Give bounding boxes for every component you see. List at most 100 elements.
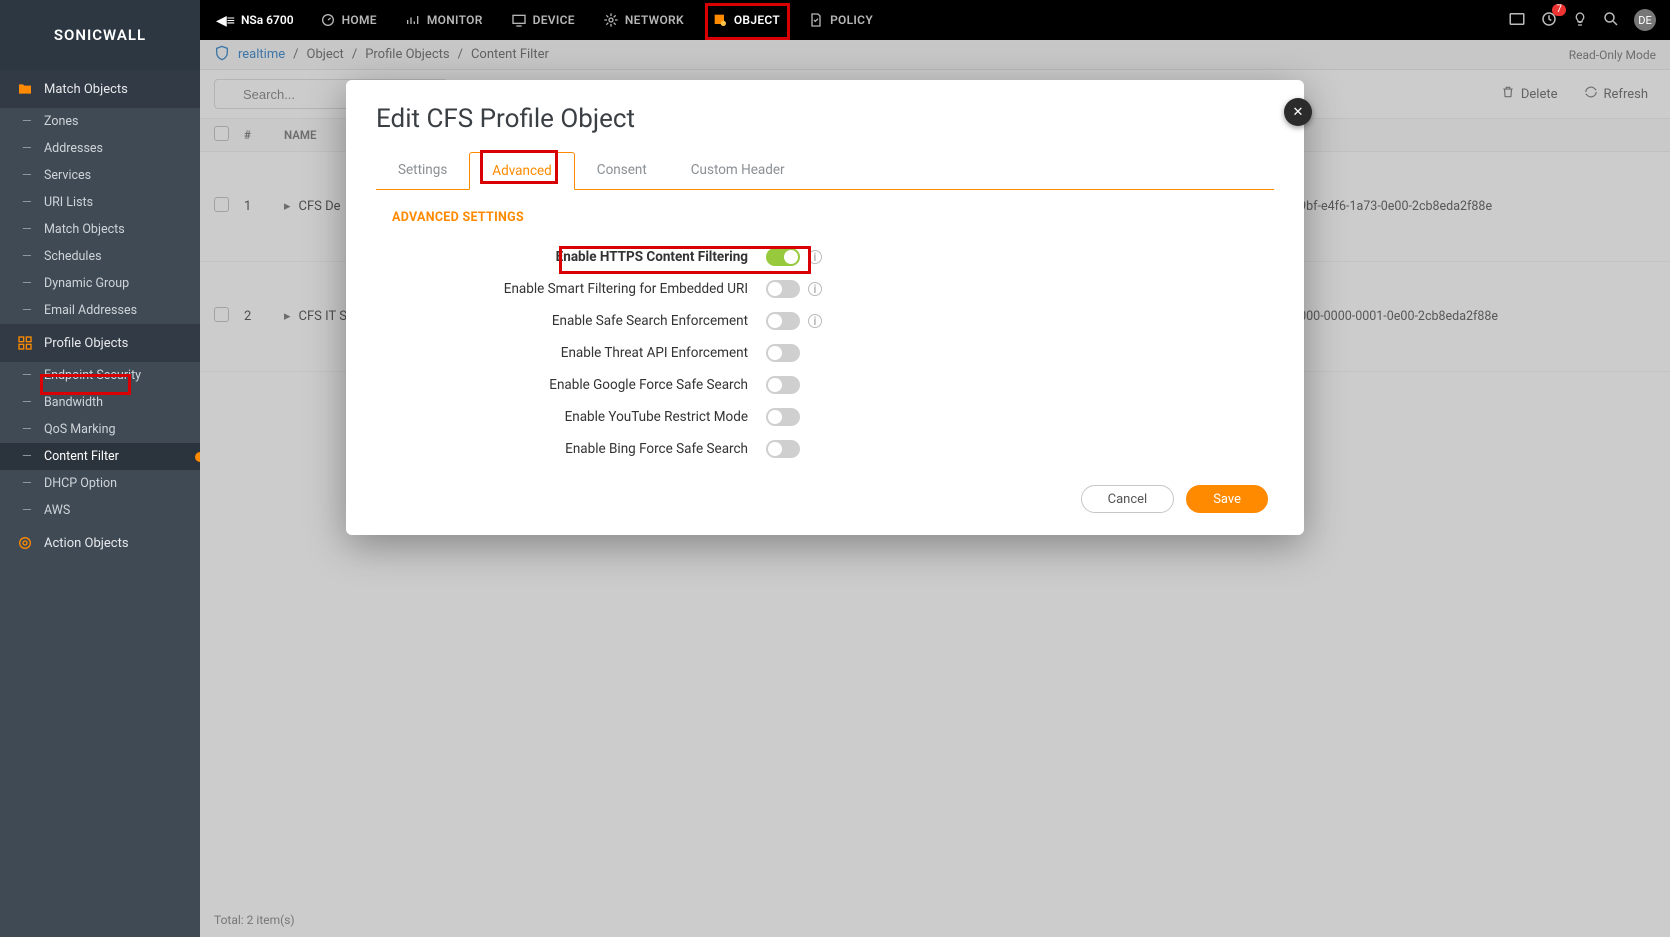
object-icon — [712, 12, 728, 28]
dash-icon: — — [22, 395, 32, 410]
setting-label: Enable YouTube Restrict Mode — [376, 409, 766, 425]
sidebar-item-aws[interactable]: —AWS — [0, 497, 200, 524]
close-icon: ✕ — [1293, 105, 1304, 120]
topnav: ◀≡ NSa 6700 HOMEMONITORDEVICENETWORKOBJE… — [0, 0, 1670, 40]
dash-icon: — — [22, 222, 32, 237]
sidebar-item-schedules[interactable]: —Schedules — [0, 243, 200, 270]
toggle[interactable] — [766, 248, 800, 266]
policy-icon — [808, 12, 824, 28]
sidebar-item-match-objects[interactable]: —Match Objects — [0, 216, 200, 243]
dash-icon: — — [22, 476, 32, 491]
console-icon[interactable] — [1508, 10, 1526, 31]
topnav-right: 7 DE — [1508, 9, 1670, 31]
sidebar-item-qos-marking[interactable]: —QoS Marking — [0, 416, 200, 443]
info-icon[interactable]: i — [808, 282, 822, 296]
info-icon[interactable]: i — [808, 250, 822, 264]
tips-icon[interactable] — [1572, 10, 1588, 31]
brand-text: SONICWALL — [54, 26, 146, 44]
sidebar-section-match-objects[interactable]: Match Objects — [0, 70, 200, 108]
home-icon — [320, 12, 336, 28]
sidebar-section-action-objects[interactable]: Action Objects — [0, 524, 200, 562]
dash-icon: — — [22, 449, 32, 464]
nav-device[interactable]: DEVICE — [497, 0, 589, 40]
collapse-sidebar-icon[interactable]: ◀≡ — [210, 12, 241, 29]
setting-enable-threat-api-enforcement: Enable Threat API Enforcement — [376, 337, 1274, 369]
dash-icon: — — [22, 114, 32, 129]
toggle[interactable] — [766, 376, 800, 394]
modal-edit-cfs-profile: ✕ Edit CFS Profile Object SettingsAdvanc… — [346, 80, 1304, 535]
sidebar-item-uri-lists[interactable]: —URI Lists — [0, 189, 200, 216]
alerts-badge: 7 — [1552, 4, 1566, 16]
tab-advanced[interactable]: Advanced — [469, 152, 575, 190]
sidebar-section-label: Match Objects — [44, 82, 128, 97]
dash-icon: — — [22, 195, 32, 210]
setting-label: Enable HTTPS Content Filtering — [376, 249, 766, 265]
sidebar-item-services[interactable]: —Services — [0, 162, 200, 189]
info-icon[interactable]: i — [808, 314, 822, 328]
brand-logo: SONICWALL — [0, 0, 200, 70]
setting-label: Enable Smart Filtering for Embedded URI — [376, 281, 766, 297]
device-model: NSa 6700 — [241, 13, 294, 27]
setting-enable-https-content-filtering: Enable HTTPS Content Filtering i — [376, 241, 1274, 273]
dash-icon: — — [22, 503, 32, 518]
dash-icon: — — [22, 168, 32, 183]
toggle[interactable] — [766, 408, 800, 426]
sidebar-item-endpoint-security[interactable]: —Endpoint Security — [0, 362, 200, 389]
toggle[interactable] — [766, 280, 800, 298]
nav-object[interactable]: OBJECT — [698, 0, 794, 40]
toggle[interactable] — [766, 440, 800, 458]
alerts-icon[interactable]: 7 — [1540, 10, 1558, 31]
setting-label: Enable Safe Search Enforcement — [376, 313, 766, 329]
nav-network[interactable]: NETWORK — [589, 0, 698, 40]
sidebar-item-bandwidth[interactable]: —Bandwidth — [0, 389, 200, 416]
avatar[interactable]: DE — [1634, 9, 1656, 31]
modal-tabs: SettingsAdvancedConsentCustom Header — [376, 152, 1274, 190]
network-icon — [603, 12, 619, 28]
sidebar-item-dhcp-option[interactable]: —DHCP Option — [0, 470, 200, 497]
setting-label: Enable Google Force Safe Search — [376, 377, 766, 393]
sidebar-item-content-filter[interactable]: —Content Filter — [0, 443, 200, 470]
setting-enable-safe-search-enforcement: Enable Safe Search Enforcement i — [376, 305, 1274, 337]
sidebar-item-zones[interactable]: —Zones — [0, 108, 200, 135]
dash-icon: — — [22, 276, 32, 291]
nav-home[interactable]: HOME — [306, 0, 391, 40]
sidebar-item-dynamic-group[interactable]: —Dynamic Group — [0, 270, 200, 297]
sidebar-section-label: Profile Objects — [44, 336, 128, 351]
nav-monitor[interactable]: MONITOR — [391, 0, 497, 40]
search-icon[interactable] — [1602, 10, 1620, 31]
tab-custom-header[interactable]: Custom Header — [669, 152, 807, 189]
sidebar-item-addresses[interactable]: —Addresses — [0, 135, 200, 162]
dash-icon: — — [22, 368, 32, 383]
sidebar: SONICWALL Match Objects —Zones—Addresses… — [0, 0, 200, 937]
save-button[interactable]: Save — [1186, 485, 1268, 513]
grid-icon — [16, 334, 34, 352]
nav-policy[interactable]: POLICY — [794, 0, 887, 40]
toggle[interactable] — [766, 312, 800, 330]
folder-icon — [16, 80, 34, 98]
tab-consent[interactable]: Consent — [575, 152, 669, 189]
cancel-button[interactable]: Cancel — [1081, 485, 1175, 513]
dash-icon: — — [22, 249, 32, 264]
dash-icon: — — [22, 422, 32, 437]
modal-actions: Cancel Save — [376, 485, 1274, 513]
advanced-section-title: ADVANCED SETTINGS — [392, 210, 1274, 225]
setting-enable-google-force-safe-search: Enable Google Force Safe Search — [376, 369, 1274, 401]
setting-enable-youtube-restrict-mode: Enable YouTube Restrict Mode — [376, 401, 1274, 433]
setting-label: Enable Bing Force Safe Search — [376, 441, 766, 457]
sidebar-item-email-addresses[interactable]: —Email Addresses — [0, 297, 200, 324]
tab-settings[interactable]: Settings — [376, 152, 469, 189]
app-root: SONICWALL Match Objects —Zones—Addresses… — [0, 0, 1670, 937]
setting-enable-smart-filtering-for-embedded-uri: Enable Smart Filtering for Embedded URI i — [376, 273, 1274, 305]
dash-icon: — — [22, 303, 32, 318]
modal-title: Edit CFS Profile Object — [376, 104, 1274, 134]
monitor-icon — [405, 12, 421, 28]
avatar-initials: DE — [1638, 14, 1651, 27]
toggle[interactable] — [766, 344, 800, 362]
sidebar-section-label: Action Objects — [44, 536, 129, 551]
dash-icon: — — [22, 141, 32, 156]
device-icon — [511, 12, 527, 28]
sidebar-section-profile-objects[interactable]: Profile Objects — [0, 324, 200, 362]
setting-enable-bing-force-safe-search: Enable Bing Force Safe Search — [376, 433, 1274, 465]
modal-close-button[interactable]: ✕ — [1284, 98, 1312, 126]
target-icon — [16, 534, 34, 552]
